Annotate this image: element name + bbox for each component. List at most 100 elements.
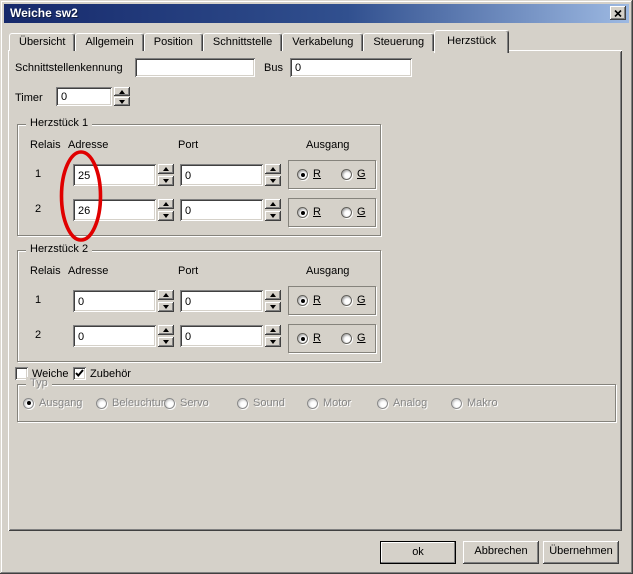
spinner-down-button[interactable] bbox=[158, 176, 174, 186]
herzstueck2-group: Herzstück 2 Relais Adresse Port Ausgang … bbox=[17, 250, 381, 362]
typ-ausgang-label: Ausgang bbox=[39, 397, 82, 409]
h1-row1-adresse-input[interactable] bbox=[73, 164, 156, 186]
tab-schnittstelle[interactable]: Schnittstelle bbox=[203, 33, 282, 51]
arrow-up-icon bbox=[270, 293, 276, 297]
tab-allgemein[interactable]: Allgemein bbox=[75, 33, 143, 51]
h2-row1-port-input[interactable] bbox=[180, 290, 263, 312]
arrow-up-icon bbox=[163, 293, 169, 297]
tab-position[interactable]: Position bbox=[144, 33, 203, 51]
typ-beleuchtung-radio[interactable] bbox=[96, 398, 107, 409]
tab-steuerung[interactable]: Steuerung bbox=[363, 33, 434, 51]
schnittstellenkennung-input[interactable] bbox=[135, 58, 255, 77]
spinner-up-button[interactable] bbox=[265, 290, 281, 300]
bus-input[interactable] bbox=[290, 58, 412, 77]
ausgang-r-label: R bbox=[313, 332, 321, 344]
typ-motor-label: Motor bbox=[323, 397, 351, 409]
arrow-down-icon bbox=[163, 179, 169, 183]
h1-row2-ausgang-g-radio[interactable] bbox=[341, 207, 352, 218]
apply-button[interactable]: Übernehmen bbox=[543, 541, 619, 564]
tab-herzstueck[interactable]: Herzstück bbox=[434, 30, 509, 53]
typ-makro-radio[interactable] bbox=[451, 398, 462, 409]
spinner-up-button[interactable] bbox=[265, 164, 281, 174]
adresse-column-header: Adresse bbox=[68, 265, 108, 277]
spinner-down-button[interactable] bbox=[158, 337, 174, 347]
spinner-down-button[interactable] bbox=[265, 302, 281, 312]
h1-row1-port-input[interactable] bbox=[180, 164, 263, 186]
spinner-up-button[interactable] bbox=[158, 290, 174, 300]
h2-row2-adresse-input[interactable] bbox=[73, 325, 156, 347]
h1-row1-port-spinner bbox=[265, 164, 281, 186]
zubehoer-checkbox-label: Zubehör bbox=[90, 368, 131, 380]
spinner-up-button[interactable] bbox=[265, 325, 281, 335]
ausgang-r-label: R bbox=[313, 168, 321, 180]
spinner-down-button[interactable] bbox=[158, 302, 174, 312]
h1-row2-port-input[interactable] bbox=[180, 199, 263, 221]
spinner-down-button[interactable] bbox=[158, 211, 174, 221]
h1-row1-adresse-spinner bbox=[158, 164, 174, 186]
tab-verkabelung[interactable]: Verkabelung bbox=[282, 33, 363, 51]
titlebar[interactable]: Weiche sw2 bbox=[4, 4, 629, 23]
typ-option-analog: Analog bbox=[377, 397, 427, 409]
typ-group-title: Typ bbox=[26, 377, 52, 389]
relais-column-header: Relais bbox=[30, 265, 61, 277]
relais-number: 2 bbox=[35, 329, 41, 341]
h1-row1-ausgang-r-radio[interactable] bbox=[297, 169, 308, 180]
dialog-window: Weiche sw2 Übersicht Allgemein Position … bbox=[0, 0, 633, 574]
window-title: Weiche sw2 bbox=[10, 6, 78, 20]
timer-input[interactable] bbox=[56, 87, 112, 106]
relais-number: 1 bbox=[35, 294, 41, 306]
h2-row1-adresse-input[interactable] bbox=[73, 290, 156, 312]
arrow-down-icon bbox=[270, 340, 276, 344]
h2-row1-ausgang-g-radio[interactable] bbox=[341, 295, 352, 306]
timer-spinner-down-button[interactable] bbox=[114, 97, 130, 106]
spinner-up-button[interactable] bbox=[158, 164, 174, 174]
arrow-up-icon bbox=[270, 328, 276, 332]
arrow-up-icon bbox=[163, 167, 169, 171]
spinner-down-button[interactable] bbox=[265, 211, 281, 221]
arrow-up-icon bbox=[163, 328, 169, 332]
cancel-button[interactable]: Abbrechen bbox=[463, 541, 539, 564]
bus-label: Bus bbox=[264, 62, 283, 74]
h2-row1-ausgang-r-radio[interactable] bbox=[297, 295, 308, 306]
h1-row1-ausgang-g-radio[interactable] bbox=[341, 169, 352, 180]
timer-spinner bbox=[114, 87, 130, 106]
relais-number: 1 bbox=[35, 168, 41, 180]
h1-row2-adresse-spinner bbox=[158, 199, 174, 221]
arrow-down-icon bbox=[163, 340, 169, 344]
h2-row1-port-spinner bbox=[265, 290, 281, 312]
h2-row2-port-input[interactable] bbox=[180, 325, 263, 347]
typ-analog-radio[interactable] bbox=[377, 398, 388, 409]
typ-motor-radio[interactable] bbox=[307, 398, 318, 409]
tab-uebersicht[interactable]: Übersicht bbox=[9, 33, 75, 51]
spinner-down-button[interactable] bbox=[265, 337, 281, 347]
port-column-header: Port bbox=[178, 139, 198, 151]
ausgang-r-label: R bbox=[313, 206, 321, 218]
typ-option-servo: Servo bbox=[164, 397, 209, 409]
spinner-down-button[interactable] bbox=[265, 176, 281, 186]
ausgang-r-label: R bbox=[313, 294, 321, 306]
typ-option-ausgang: Ausgang bbox=[23, 397, 82, 409]
spinner-up-button[interactable] bbox=[158, 199, 174, 209]
typ-ausgang-radio[interactable] bbox=[23, 398, 34, 409]
arrow-up-icon bbox=[270, 167, 276, 171]
arrow-up-icon bbox=[270, 202, 276, 206]
arrow-down-icon bbox=[270, 179, 276, 183]
spinner-up-button[interactable] bbox=[265, 199, 281, 209]
arrow-down-icon bbox=[163, 305, 169, 309]
h1-row1-ausgang-group: R G bbox=[288, 160, 376, 189]
typ-option-makro: Makro bbox=[451, 397, 498, 409]
ok-button[interactable]: ok bbox=[380, 541, 456, 564]
zubehoer-checkbox[interactable] bbox=[73, 367, 86, 380]
typ-servo-radio[interactable] bbox=[164, 398, 175, 409]
spinner-up-button[interactable] bbox=[158, 325, 174, 335]
port-column-header: Port bbox=[178, 265, 198, 277]
typ-sound-radio[interactable] bbox=[237, 398, 248, 409]
typ-option-motor: Motor bbox=[307, 397, 351, 409]
timer-spinner-up-button[interactable] bbox=[114, 87, 130, 96]
close-button[interactable] bbox=[610, 6, 626, 20]
h2-row2-ausgang-g-radio[interactable] bbox=[341, 333, 352, 344]
h2-row2-ausgang-r-radio[interactable] bbox=[297, 333, 308, 344]
h1-row2-ausgang-r-radio[interactable] bbox=[297, 207, 308, 218]
h1-row2-adresse-input[interactable] bbox=[73, 199, 156, 221]
tab-page-herzstueck: Schnittstellenkennung Bus Timer Herzstüc… bbox=[8, 50, 622, 531]
